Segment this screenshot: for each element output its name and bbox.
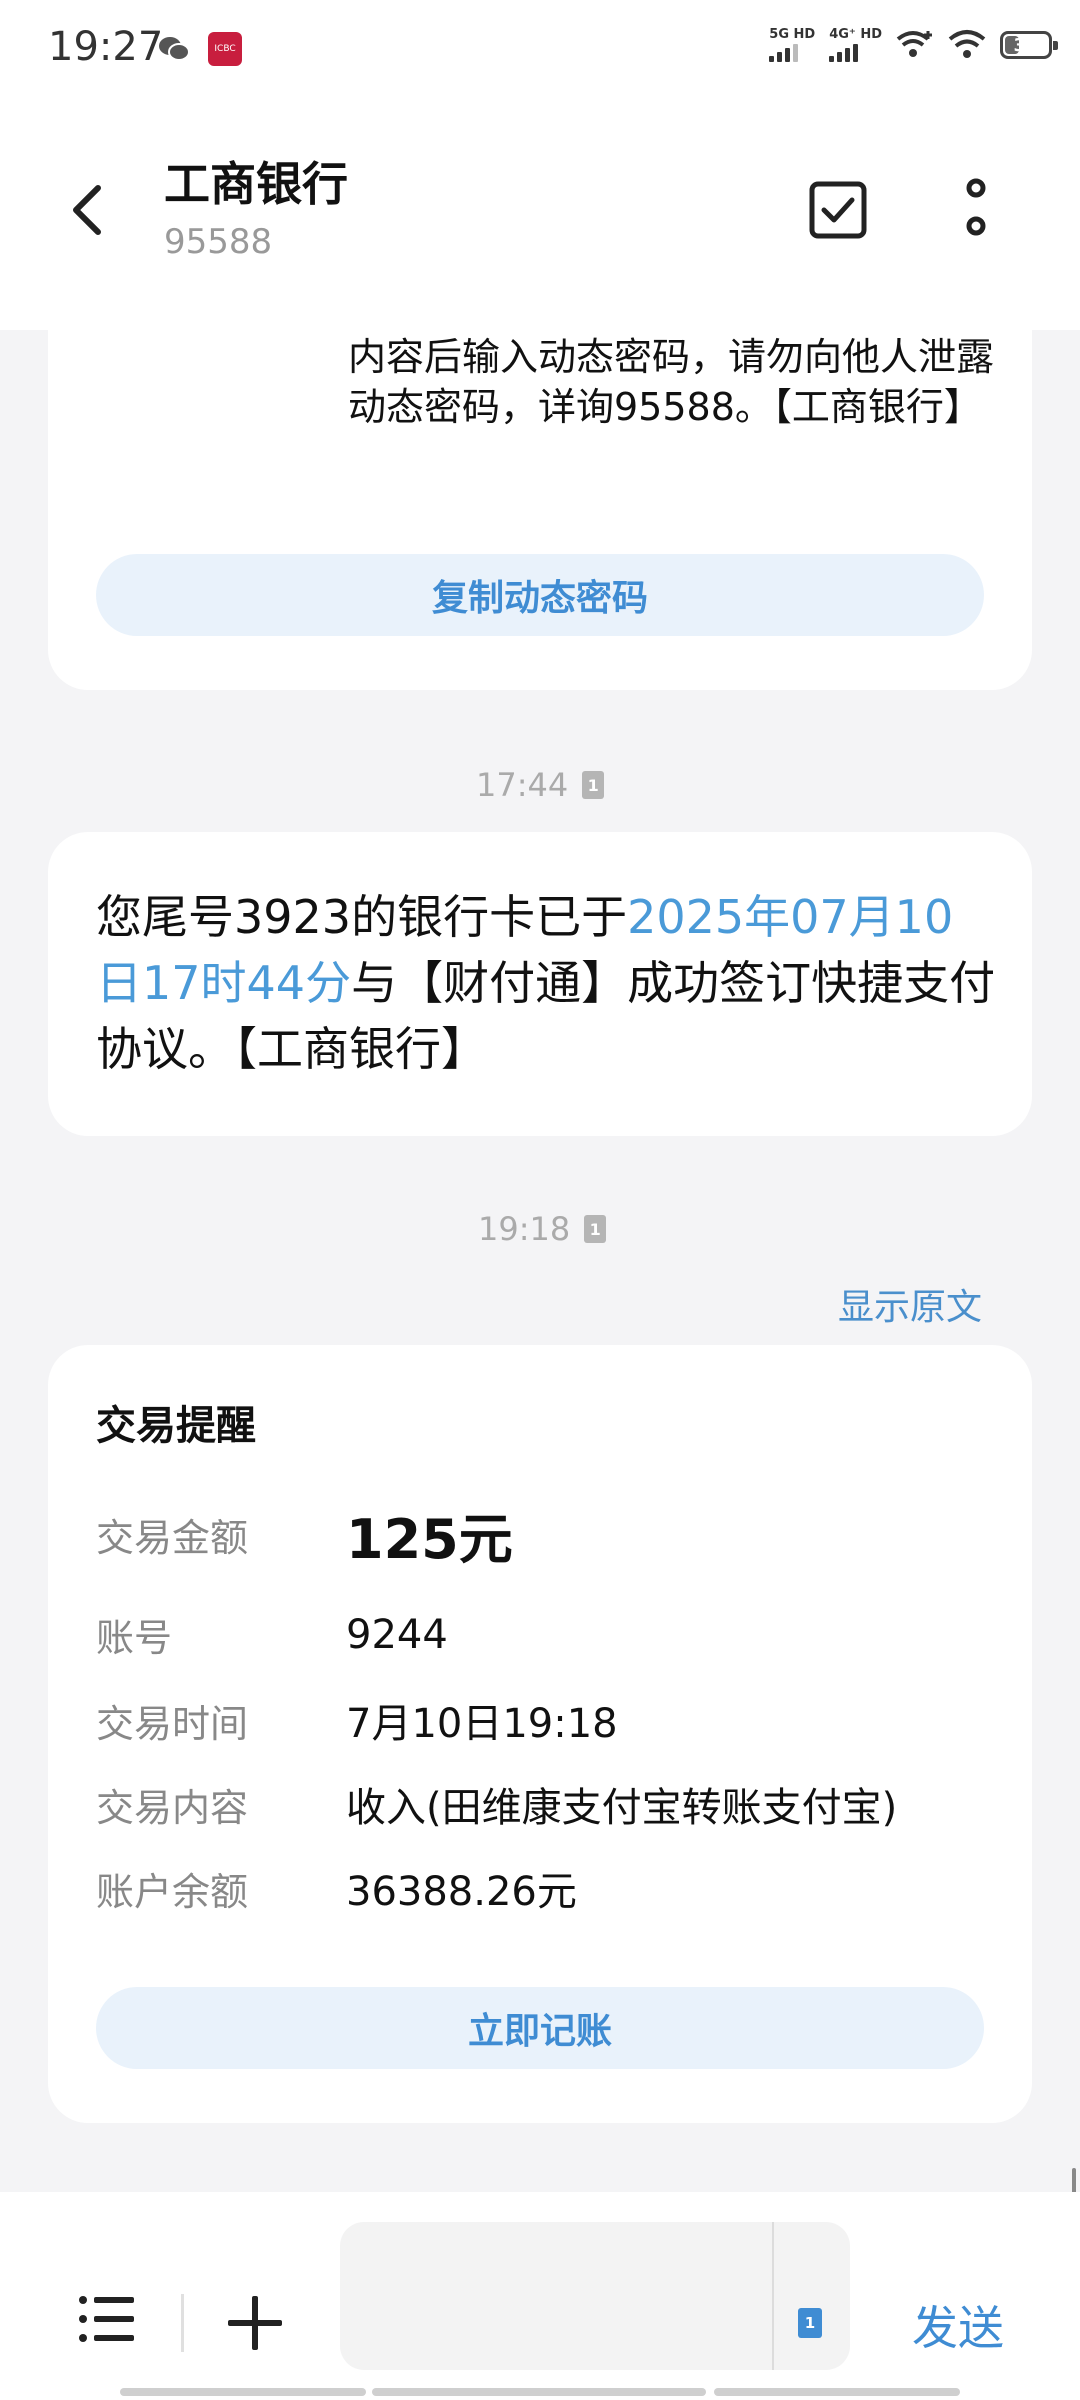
transaction-card[interactable]: 交易提醒 交易金额 125元 账号 9244 交易时间 7月10日19:18 交… (48, 1345, 1032, 2123)
show-original-link[interactable]: 显示原文 (838, 1278, 982, 1330)
icbc-app-icon: ICBC (208, 32, 242, 66)
detail-row-time: 交易时间 7月10日19:18 (96, 1691, 618, 1749)
back-arrow-icon[interactable] (60, 180, 120, 240)
detail-row-balance: 账户余额 36388.26元 (96, 1859, 577, 1917)
detail-row-content: 交易内容 收入(田维康支付宝转账支付宝) (96, 1775, 897, 1833)
message-timestamp: 19:18 1 (478, 1210, 607, 1248)
battery-level: 31 (1013, 34, 1039, 56)
row-label: 账户余额 (96, 1869, 249, 1914)
menu-list-icon[interactable] (78, 2294, 136, 2344)
top-bar: 19:27 ICBC 5G HD 4G⁺ HD 31 工商银行 95588 (0, 0, 1080, 330)
row-value: 收入(田维康支付宝转账支付宝) (346, 1785, 898, 1831)
conversation-title: 工商银行 (164, 157, 348, 211)
status-right-icons: 5G HD 4G⁺ HD 31 (769, 28, 1058, 62)
cellular-signal-2-icon: 4G⁺ HD (829, 28, 882, 62)
gesture-bar-segment (120, 2388, 366, 2396)
gesture-bar-segment (372, 2388, 706, 2396)
sim-card-icon: 1 (582, 771, 605, 799)
row-value: 7月10日19:18 (346, 1701, 618, 1747)
more-options-icon[interactable] (958, 178, 994, 240)
message-text: 内容后输入动态密码，请勿向他人泄露动态密码，详询95588。【工商银行】 (348, 335, 995, 429)
cellular-signal-icon: 5G HD (769, 28, 815, 62)
message-bubble-otp[interactable]: 内容后输入动态密码，请勿向他人泄露动态密码，详询95588。【工商银行】 复制动… (48, 300, 1032, 690)
message-bubble-agreement[interactable]: 您尾号3923的银行卡已于2025年07月10日17时44分与【财付通】成功签订… (48, 832, 1032, 1136)
gesture-bar-segment (714, 2388, 960, 2396)
message-timestamp: 17:44 1 (476, 766, 605, 804)
wifi-icon (948, 30, 986, 58)
row-value: 9244 (346, 1611, 448, 1658)
wechat-icon (159, 37, 190, 61)
signal-2-label: 4G⁺ HD (829, 27, 882, 42)
select-checkbox-icon[interactable] (808, 180, 868, 240)
message-text-part: 您尾号3923的银行卡已于 (96, 890, 628, 944)
message-text: 您尾号3923的银行卡已于2025年07月10日17时44分与【财付通】成功签订… (96, 884, 996, 1082)
detail-row-account: 账号 9244 (96, 1607, 448, 1662)
row-label: 交易时间 (96, 1701, 249, 1746)
sim-card-icon: 1 (584, 1215, 607, 1243)
add-attachment-icon[interactable] (226, 2294, 284, 2352)
timestamp-text: 19:18 (478, 1210, 571, 1248)
row-value: 36388.26元 (346, 1869, 577, 1915)
sim-select-icon[interactable]: 1 (798, 2308, 822, 2338)
row-label: 交易内容 (96, 1785, 249, 1830)
detail-row-amount: 交易金额 125元 (96, 1495, 513, 1574)
notification-icons: ICBC (158, 32, 242, 66)
copy-otp-button[interactable]: 复制动态密码 (96, 554, 984, 636)
input-divider (772, 2222, 774, 2370)
status-time: 19:27 (48, 24, 164, 70)
conversation-number: 95588 (164, 222, 273, 262)
wifi-calling-icon (896, 31, 932, 57)
row-value: 125元 (346, 1508, 513, 1571)
scrollbar[interactable] (1072, 2168, 1076, 2194)
row-label: 账号 (96, 1616, 173, 1660)
timestamp-text: 17:44 (476, 766, 569, 804)
signal-1-label: 5G HD (769, 27, 816, 42)
battery-icon: 31 (1000, 31, 1058, 59)
row-label: 交易金额 (96, 1516, 249, 1560)
card-title: 交易提醒 (96, 1403, 256, 1449)
record-expense-button[interactable]: 立即记账 (96, 1987, 984, 2069)
send-button[interactable]: 发送 (912, 2292, 1004, 2358)
toolbar-divider (181, 2294, 184, 2352)
